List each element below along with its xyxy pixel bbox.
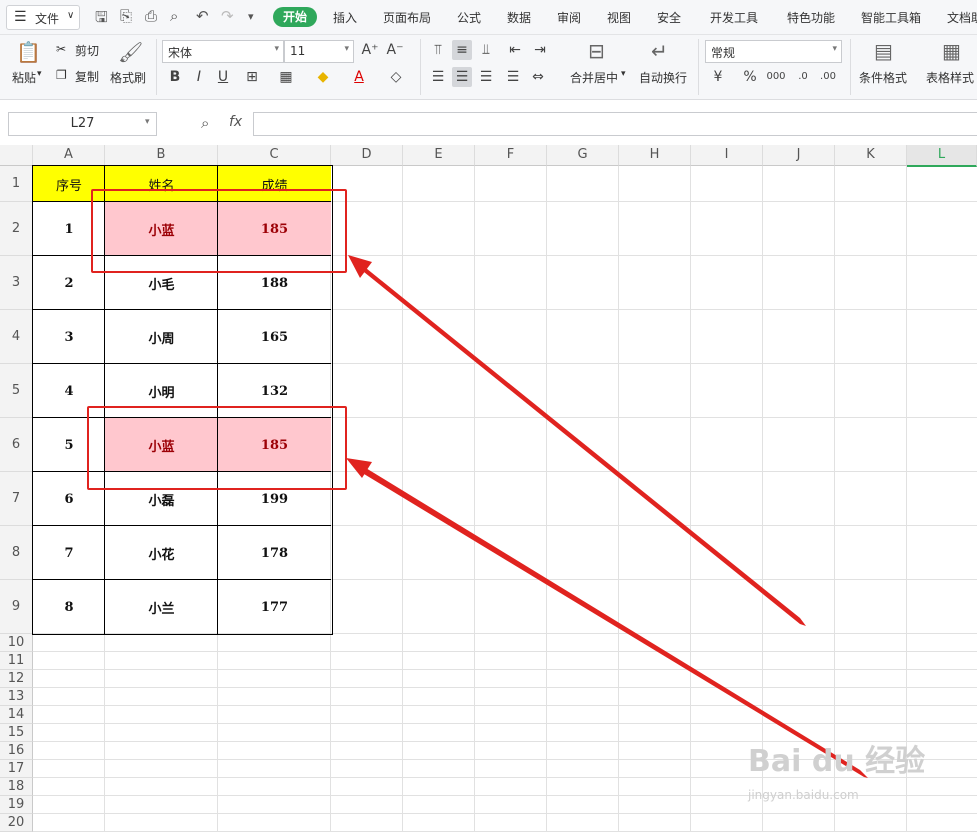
watermark-brand: Bai du 经验 [748, 744, 926, 779]
highlight-box-duplicate [87, 406, 347, 490]
highlight-box-duplicate [91, 189, 347, 273]
watermark-logo: Bai du 经验 [748, 736, 925, 780]
annotation-arrow [350, 257, 806, 626]
annotation-arrow [350, 459, 868, 778]
watermark-url: jingyan.baidu.com [748, 788, 859, 802]
